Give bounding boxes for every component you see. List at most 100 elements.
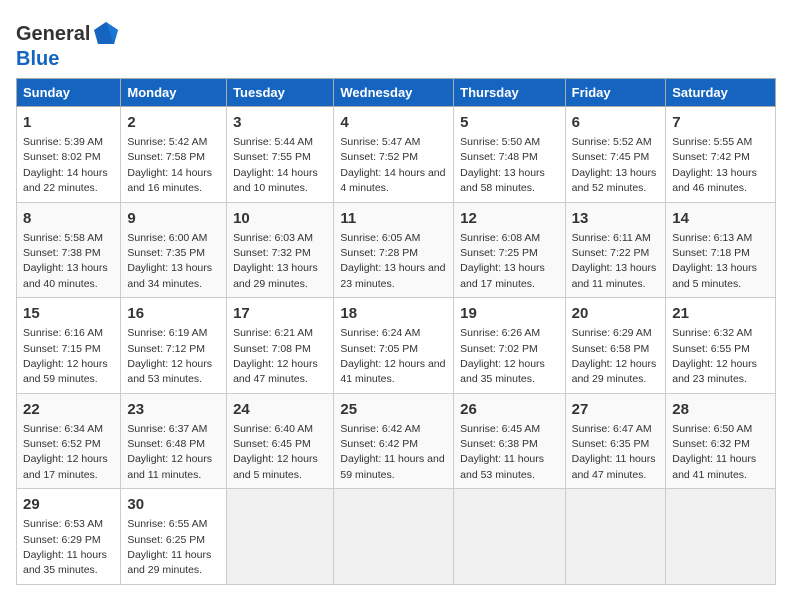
day-info: Sunrise: 5:58 AMSunset: 7:38 PMDaylight:… bbox=[23, 232, 108, 290]
header-day-tuesday: Tuesday bbox=[227, 79, 334, 107]
calendar-cell bbox=[227, 489, 334, 585]
day-info: Sunrise: 6:00 AMSunset: 7:35 PMDaylight:… bbox=[127, 232, 212, 290]
day-number: 15 bbox=[23, 303, 114, 324]
day-number: 8 bbox=[23, 208, 114, 229]
day-number: 12 bbox=[460, 208, 558, 229]
day-info: Sunrise: 6:47 AMSunset: 6:35 PMDaylight:… bbox=[572, 423, 656, 481]
logo: General Blue bbox=[16, 20, 120, 70]
calendar-cell bbox=[454, 489, 565, 585]
day-info: Sunrise: 6:13 AMSunset: 7:18 PMDaylight:… bbox=[672, 232, 757, 290]
day-number: 23 bbox=[127, 399, 220, 420]
day-info: Sunrise: 6:34 AMSunset: 6:52 PMDaylight:… bbox=[23, 423, 108, 481]
day-number: 27 bbox=[572, 399, 660, 420]
day-info: Sunrise: 6:55 AMSunset: 6:25 PMDaylight:… bbox=[127, 518, 211, 576]
calendar-table: SundayMondayTuesdayWednesdayThursdayFrid… bbox=[16, 78, 776, 585]
day-info: Sunrise: 5:42 AMSunset: 7:58 PMDaylight:… bbox=[127, 136, 212, 194]
calendar-cell: 29 Sunrise: 6:53 AMSunset: 6:29 PMDaylig… bbox=[17, 489, 121, 585]
calendar-cell: 13 Sunrise: 6:11 AMSunset: 7:22 PMDaylig… bbox=[565, 202, 666, 298]
calendar-cell: 12 Sunrise: 6:08 AMSunset: 7:25 PMDaylig… bbox=[454, 202, 565, 298]
day-info: Sunrise: 6:05 AMSunset: 7:28 PMDaylight:… bbox=[340, 232, 445, 290]
calendar-header-row: SundayMondayTuesdayWednesdayThursdayFrid… bbox=[17, 79, 776, 107]
header-day-thursday: Thursday bbox=[454, 79, 565, 107]
calendar-cell: 9 Sunrise: 6:00 AMSunset: 7:35 PMDayligh… bbox=[121, 202, 227, 298]
logo-icon bbox=[92, 20, 120, 48]
day-info: Sunrise: 6:37 AMSunset: 6:48 PMDaylight:… bbox=[127, 423, 212, 481]
day-info: Sunrise: 6:03 AMSunset: 7:32 PMDaylight:… bbox=[233, 232, 318, 290]
header-day-monday: Monday bbox=[121, 79, 227, 107]
calendar-cell: 8 Sunrise: 5:58 AMSunset: 7:38 PMDayligh… bbox=[17, 202, 121, 298]
calendar-cell: 19 Sunrise: 6:26 AMSunset: 7:02 PMDaylig… bbox=[454, 298, 565, 394]
header-day-saturday: Saturday bbox=[666, 79, 776, 107]
calendar-cell: 10 Sunrise: 6:03 AMSunset: 7:32 PMDaylig… bbox=[227, 202, 334, 298]
calendar-cell: 23 Sunrise: 6:37 AMSunset: 6:48 PMDaylig… bbox=[121, 393, 227, 489]
calendar-cell bbox=[334, 489, 454, 585]
calendar-cell: 7 Sunrise: 5:55 AMSunset: 7:42 PMDayligh… bbox=[666, 107, 776, 203]
week-row-3: 15 Sunrise: 6:16 AMSunset: 7:15 PMDaylig… bbox=[17, 298, 776, 394]
day-number: 5 bbox=[460, 112, 558, 133]
day-number: 29 bbox=[23, 494, 114, 515]
day-info: Sunrise: 5:52 AMSunset: 7:45 PMDaylight:… bbox=[572, 136, 657, 194]
day-number: 7 bbox=[672, 112, 769, 133]
day-number: 13 bbox=[572, 208, 660, 229]
header-day-friday: Friday bbox=[565, 79, 666, 107]
calendar-body: 1 Sunrise: 5:39 AMSunset: 8:02 PMDayligh… bbox=[17, 107, 776, 585]
day-number: 10 bbox=[233, 208, 327, 229]
day-info: Sunrise: 6:32 AMSunset: 6:55 PMDaylight:… bbox=[672, 327, 757, 385]
day-number: 30 bbox=[127, 494, 220, 515]
day-number: 16 bbox=[127, 303, 220, 324]
day-number: 20 bbox=[572, 303, 660, 324]
day-number: 28 bbox=[672, 399, 769, 420]
day-number: 25 bbox=[340, 399, 447, 420]
calendar-cell: 17 Sunrise: 6:21 AMSunset: 7:08 PMDaylig… bbox=[227, 298, 334, 394]
day-number: 24 bbox=[233, 399, 327, 420]
day-info: Sunrise: 6:50 AMSunset: 6:32 PMDaylight:… bbox=[672, 423, 756, 481]
day-number: 4 bbox=[340, 112, 447, 133]
day-info: Sunrise: 6:24 AMSunset: 7:05 PMDaylight:… bbox=[340, 327, 445, 385]
day-number: 21 bbox=[672, 303, 769, 324]
day-info: Sunrise: 6:42 AMSunset: 6:42 PMDaylight:… bbox=[340, 423, 444, 481]
calendar-cell: 28 Sunrise: 6:50 AMSunset: 6:32 PMDaylig… bbox=[666, 393, 776, 489]
logo-blue: Blue bbox=[16, 48, 59, 70]
day-number: 2 bbox=[127, 112, 220, 133]
day-info: Sunrise: 6:16 AMSunset: 7:15 PMDaylight:… bbox=[23, 327, 108, 385]
calendar-cell: 16 Sunrise: 6:19 AMSunset: 7:12 PMDaylig… bbox=[121, 298, 227, 394]
calendar-cell: 27 Sunrise: 6:47 AMSunset: 6:35 PMDaylig… bbox=[565, 393, 666, 489]
calendar-cell: 25 Sunrise: 6:42 AMSunset: 6:42 PMDaylig… bbox=[334, 393, 454, 489]
day-number: 9 bbox=[127, 208, 220, 229]
calendar-cell bbox=[666, 489, 776, 585]
day-number: 17 bbox=[233, 303, 327, 324]
logo-general: General bbox=[16, 23, 90, 45]
day-number: 26 bbox=[460, 399, 558, 420]
calendar-cell: 11 Sunrise: 6:05 AMSunset: 7:28 PMDaylig… bbox=[334, 202, 454, 298]
day-info: Sunrise: 5:47 AMSunset: 7:52 PMDaylight:… bbox=[340, 136, 445, 194]
day-info: Sunrise: 6:26 AMSunset: 7:02 PMDaylight:… bbox=[460, 327, 545, 385]
day-info: Sunrise: 6:19 AMSunset: 7:12 PMDaylight:… bbox=[127, 327, 212, 385]
day-info: Sunrise: 6:08 AMSunset: 7:25 PMDaylight:… bbox=[460, 232, 545, 290]
calendar-cell: 21 Sunrise: 6:32 AMSunset: 6:55 PMDaylig… bbox=[666, 298, 776, 394]
header: General Blue bbox=[16, 16, 776, 70]
day-number: 11 bbox=[340, 208, 447, 229]
week-row-5: 29 Sunrise: 6:53 AMSunset: 6:29 PMDaylig… bbox=[17, 489, 776, 585]
calendar-cell: 1 Sunrise: 5:39 AMSunset: 8:02 PMDayligh… bbox=[17, 107, 121, 203]
calendar-cell: 6 Sunrise: 5:52 AMSunset: 7:45 PMDayligh… bbox=[565, 107, 666, 203]
calendar-cell: 4 Sunrise: 5:47 AMSunset: 7:52 PMDayligh… bbox=[334, 107, 454, 203]
calendar-cell: 15 Sunrise: 6:16 AMSunset: 7:15 PMDaylig… bbox=[17, 298, 121, 394]
day-number: 19 bbox=[460, 303, 558, 324]
calendar-cell bbox=[565, 489, 666, 585]
header-day-sunday: Sunday bbox=[17, 79, 121, 107]
day-number: 6 bbox=[572, 112, 660, 133]
week-row-2: 8 Sunrise: 5:58 AMSunset: 7:38 PMDayligh… bbox=[17, 202, 776, 298]
day-number: 18 bbox=[340, 303, 447, 324]
day-info: Sunrise: 5:39 AMSunset: 8:02 PMDaylight:… bbox=[23, 136, 108, 194]
calendar-cell: 5 Sunrise: 5:50 AMSunset: 7:48 PMDayligh… bbox=[454, 107, 565, 203]
calendar-cell: 22 Sunrise: 6:34 AMSunset: 6:52 PMDaylig… bbox=[17, 393, 121, 489]
day-info: Sunrise: 5:44 AMSunset: 7:55 PMDaylight:… bbox=[233, 136, 318, 194]
day-info: Sunrise: 6:29 AMSunset: 6:58 PMDaylight:… bbox=[572, 327, 657, 385]
day-info: Sunrise: 6:53 AMSunset: 6:29 PMDaylight:… bbox=[23, 518, 107, 576]
day-info: Sunrise: 6:40 AMSunset: 6:45 PMDaylight:… bbox=[233, 423, 318, 481]
calendar-cell: 2 Sunrise: 5:42 AMSunset: 7:58 PMDayligh… bbox=[121, 107, 227, 203]
calendar-cell: 24 Sunrise: 6:40 AMSunset: 6:45 PMDaylig… bbox=[227, 393, 334, 489]
calendar-cell: 18 Sunrise: 6:24 AMSunset: 7:05 PMDaylig… bbox=[334, 298, 454, 394]
day-info: Sunrise: 6:11 AMSunset: 7:22 PMDaylight:… bbox=[572, 232, 657, 290]
day-number: 14 bbox=[672, 208, 769, 229]
